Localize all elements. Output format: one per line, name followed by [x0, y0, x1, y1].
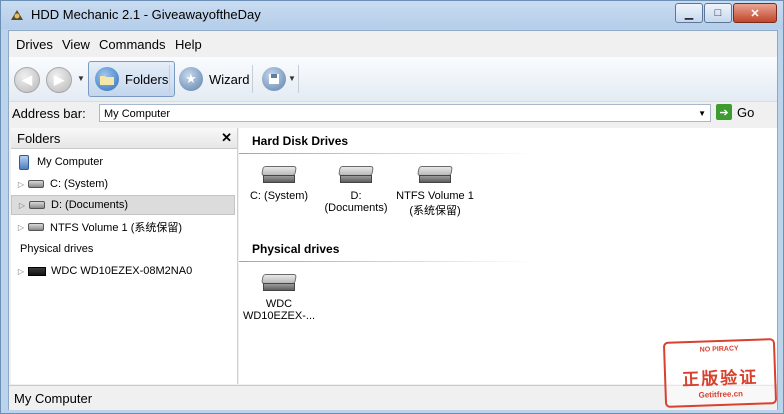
tile-label: D: (Documents): [324, 190, 388, 214]
expand-arrow-icon[interactable]: ▷: [14, 223, 28, 232]
group-title-physical-drives: Physical drives: [252, 242, 340, 256]
address-value: My Computer: [104, 108, 171, 120]
toolbar: ◀ ▶ ▼ Folders ★ Wizard ▼: [9, 57, 777, 102]
expand-arrow-icon[interactable]: ▷: [14, 267, 28, 276]
window-controls: ▁ □ ✕: [675, 3, 777, 23]
hard-disk-icon: [28, 266, 46, 276]
history-dropdown-icon[interactable]: ▼: [77, 74, 85, 83]
tree-item-ntfs-volume[interactable]: ▷ NTFS Volume 1 (系统保留): [11, 217, 235, 237]
tree-item-drive-d[interactable]: ▷ D: (Documents): [11, 195, 235, 215]
tree-label: WDC WD10EZEX-08M2NA0: [51, 265, 193, 277]
minimize-button[interactable]: ▁: [675, 3, 703, 23]
folders-pane: Folders ✕ My Computer ▷ C: (System) ▷ D:…: [11, 128, 238, 384]
forward-arrow-icon: ▶: [54, 72, 64, 87]
tree-label: NTFS Volume 1 (系统保留): [50, 222, 183, 234]
folders-label: Folders: [125, 71, 169, 87]
address-bar: Address bar: My Computer ▼ ➔ Go: [9, 102, 777, 126]
back-arrow-icon: ◀: [22, 72, 32, 87]
folders-button[interactable]: Folders: [88, 61, 176, 97]
drive-tile-ntfs[interactable]: NTFS Volume 1 (系统保留): [395, 166, 475, 218]
physical-tile-wdc[interactable]: WDC WD10EZEX-...: [239, 274, 319, 322]
address-label: Address bar:: [12, 106, 86, 121]
drive-tile-d[interactable]: D: (Documents): [316, 166, 396, 214]
watermark-stamp: NO PIRACY 正版验证 Getitfree.cn: [662, 338, 778, 408]
drive-icon: [29, 201, 45, 209]
window-title: HDD Mechanic 2.1 - GiveawayoftheDay: [31, 7, 261, 22]
wizard-star-icon: ★: [179, 67, 203, 91]
menu-help[interactable]: Help: [175, 37, 202, 52]
toolbar-separator: [298, 65, 299, 93]
tile-label: C: (System): [249, 190, 309, 202]
expand-arrow-icon[interactable]: ▷: [14, 180, 28, 189]
menu-bar: Drives View Commands Help: [9, 31, 777, 57]
close-button[interactable]: ✕: [733, 3, 777, 23]
address-dropdown-icon[interactable]: ▼: [698, 105, 706, 123]
toolbar-separator: [252, 65, 253, 93]
maximize-button[interactable]: □: [704, 3, 732, 23]
forward-button[interactable]: ▶: [46, 67, 72, 93]
drive-icon: [28, 180, 44, 188]
menu-drives[interactable]: Drives: [16, 37, 53, 52]
folders-pane-header: Folders ✕: [11, 128, 237, 149]
folders-icon: [95, 67, 119, 91]
folders-pane-title: Folders: [17, 131, 61, 146]
wizard-label: Wizard: [209, 71, 250, 87]
watermark-main-text: 正版验证: [681, 367, 759, 390]
back-button[interactable]: ◀: [14, 67, 40, 93]
title-bar[interactable]: HDD Mechanic 2.1 - GiveawayoftheDay ▁ □ …: [1, 1, 783, 29]
tile-label: WDC WD10EZEX-...: [242, 298, 316, 322]
group-title-hard-disk-drives: Hard Disk Drives: [252, 134, 349, 148]
app-icon: [11, 10, 23, 20]
drive-icon: [261, 166, 297, 184]
watermark-top-text: NO PIRACY: [699, 345, 739, 354]
toolbar-separator: [169, 65, 170, 93]
tree-label: My Computer: [37, 156, 104, 168]
group-divider: [239, 261, 535, 262]
drive-tile-c[interactable]: C: (System): [239, 166, 319, 202]
tree-item-physical-drives[interactable]: Physical drives: [11, 239, 235, 259]
tree-item-my-computer[interactable]: My Computer: [11, 152, 235, 172]
status-text: My Computer: [14, 391, 93, 406]
expand-arrow-icon[interactable]: ▷: [15, 201, 29, 210]
address-input[interactable]: My Computer ▼: [99, 104, 711, 122]
tree-label: Physical drives: [20, 243, 94, 255]
go-label: Go: [737, 104, 755, 120]
save-dropdown-icon[interactable]: ▼: [288, 74, 296, 83]
tree-label: C: (System): [50, 178, 109, 190]
menu-commands[interactable]: Commands: [99, 37, 165, 52]
wizard-button[interactable]: ★ Wizard: [172, 61, 256, 97]
hard-disk-icon: [261, 274, 297, 292]
tree-label: D: (Documents): [51, 199, 129, 211]
go-button[interactable]: ➔ Go: [716, 104, 754, 120]
pane-close-icon[interactable]: ✕: [221, 130, 232, 146]
tile-label: NTFS Volume 1 (系统保留): [396, 190, 474, 217]
go-arrow-icon: ➔: [716, 104, 732, 120]
group-divider: [239, 153, 535, 154]
drive-icon: [28, 223, 44, 231]
computer-icon: [19, 154, 29, 170]
disk-save-icon: [262, 67, 286, 91]
menu-view[interactable]: View: [62, 37, 90, 52]
tree-item-wdc-disk[interactable]: ▷ WDC WD10EZEX-08M2NA0: [11, 261, 235, 281]
drive-icon: [417, 166, 453, 184]
drive-icon: [338, 166, 374, 184]
tree-item-drive-c[interactable]: ▷ C: (System): [11, 174, 235, 194]
status-bar: My Computer: [9, 385, 777, 410]
